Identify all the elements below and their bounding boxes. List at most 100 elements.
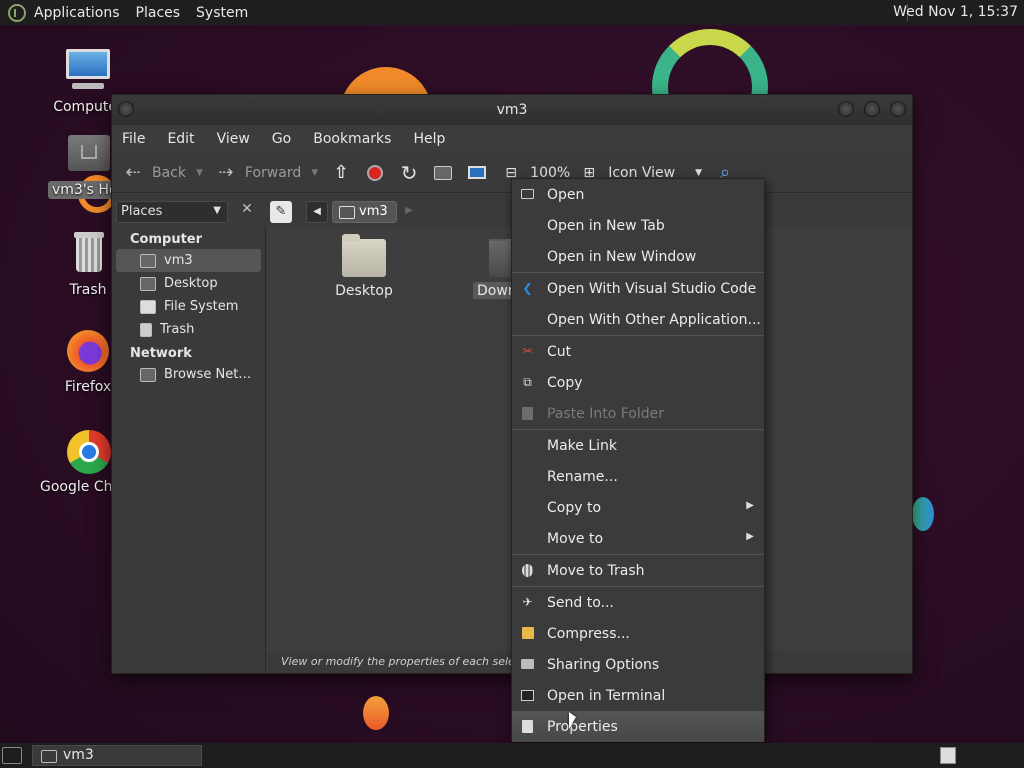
chrome-icon bbox=[64, 427, 112, 475]
computer-icon bbox=[466, 162, 488, 184]
menu-item-move-to-trash[interactable]: Move to Trash bbox=[512, 555, 764, 586]
paste-icon bbox=[520, 406, 535, 420]
menu-help[interactable]: Help bbox=[413, 131, 445, 147]
home-folder-icon bbox=[432, 162, 454, 184]
chevron-down-icon[interactable]: ▼ bbox=[196, 168, 203, 178]
file-item-desktop[interactable]: Desktop bbox=[319, 234, 409, 299]
path-crumb-label: vm3 bbox=[359, 204, 388, 219]
context-menu: Open Open in New Tab Open in New Window … bbox=[511, 178, 765, 742]
sidebar-item-vm3[interactable]: vm3 bbox=[116, 249, 261, 272]
path-scroll-left-button[interactable]: ◀ bbox=[306, 201, 328, 223]
menu-item-properties[interactable]: Properties bbox=[512, 711, 764, 742]
menu-item-rename[interactable]: Rename... bbox=[512, 461, 764, 492]
trash-icon bbox=[64, 230, 112, 278]
menu-item-copy[interactable]: ⧉ Copy bbox=[512, 367, 764, 398]
archive-icon bbox=[520, 626, 535, 640]
close-button[interactable] bbox=[890, 101, 906, 117]
menu-item-label: Send to... bbox=[547, 594, 614, 611]
sidebar-item-label: Trash bbox=[160, 322, 195, 337]
folder-open-icon bbox=[520, 187, 535, 201]
menu-item-open-with-vscode[interactable]: ❮ Open With Visual Studio Code bbox=[512, 273, 764, 304]
sidebar: Computer vm3 Desktop File System Trash N… bbox=[112, 227, 266, 673]
window-titlebar[interactable]: vm3 bbox=[112, 95, 912, 125]
sidebar-item-label: Desktop bbox=[164, 276, 218, 291]
menu-item-cut[interactable]: ✂ Cut bbox=[512, 336, 764, 367]
file-name: Desktop bbox=[335, 283, 393, 299]
menu-item-label: Open in New Window bbox=[547, 248, 697, 265]
menu-item-compress[interactable]: Compress... bbox=[512, 618, 764, 649]
menu-item-open-new-window[interactable]: Open in New Window bbox=[512, 241, 764, 272]
menu-applications[interactable]: Applications bbox=[34, 5, 120, 21]
desktop-icon-label: Firefox bbox=[64, 379, 112, 395]
trash-icon bbox=[140, 322, 152, 337]
chevron-right-icon: ▶ bbox=[746, 500, 754, 511]
menu-item-open-new-tab[interactable]: Open in New Tab bbox=[512, 210, 764, 241]
minimize-button[interactable] bbox=[838, 101, 854, 117]
show-desktop-button[interactable] bbox=[2, 747, 22, 764]
arrow-right-icon: ⇢ bbox=[218, 162, 234, 183]
sidebar-item-browse-network[interactable]: Browse Net… bbox=[112, 363, 265, 386]
sidebar-item-trash[interactable]: Trash bbox=[112, 318, 265, 341]
forward-button[interactable]: ⇢ Forward ▼ bbox=[215, 162, 318, 184]
menu-item-label: Copy bbox=[547, 374, 583, 391]
vscode-icon: ❮ bbox=[522, 281, 533, 295]
stop-button[interactable] bbox=[364, 162, 386, 184]
menu-item-label: Copy to bbox=[547, 499, 602, 516]
copy-icon: ⧉ bbox=[523, 374, 532, 389]
menu-item-paste-into-folder[interactable]: Paste Into Folder bbox=[512, 398, 764, 429]
desktop-folder-icon bbox=[342, 234, 386, 277]
sidebar-item-desktop[interactable]: Desktop bbox=[112, 272, 265, 295]
menu-item-open-with-other[interactable]: Open With Other Application... bbox=[512, 304, 764, 335]
workspace-switcher[interactable] bbox=[940, 747, 956, 764]
menu-system[interactable]: System bbox=[196, 5, 248, 21]
menu-item-open[interactable]: Open bbox=[512, 179, 764, 210]
menu-item-label: Open With Other Application... bbox=[547, 311, 761, 328]
menu-item-sharing-options[interactable]: Sharing Options bbox=[512, 649, 764, 680]
reload-button[interactable]: ↻ bbox=[398, 160, 420, 185]
desktop-icon-label: Google Chrome bbox=[40, 479, 112, 495]
close-sidebar-button[interactable]: ✕ bbox=[236, 201, 258, 223]
taskbar-label: vm3 bbox=[63, 747, 94, 763]
menu-view[interactable]: View bbox=[217, 131, 250, 147]
path-scroll-right-button[interactable]: ▶ bbox=[402, 201, 416, 223]
sidebar-section-network: Network bbox=[130, 346, 192, 361]
file-item-downloads[interactable]: Down bbox=[473, 239, 513, 299]
taskbar-button-vm3[interactable]: vm3 bbox=[32, 745, 202, 766]
mouse-cursor bbox=[569, 712, 576, 729]
wallpaper-blue-blob bbox=[912, 497, 934, 531]
window-title: vm3 bbox=[496, 102, 528, 118]
menu-item-make-link[interactable]: Make Link bbox=[512, 430, 764, 461]
reload-icon: ↻ bbox=[400, 160, 418, 185]
sidebar-item-label: Browse Net… bbox=[164, 367, 252, 382]
distro-logo-icon[interactable] bbox=[8, 3, 26, 22]
menu-item-open-in-terminal[interactable]: Open in Terminal bbox=[512, 680, 764, 711]
computer-button[interactable] bbox=[466, 162, 488, 184]
menu-item-label: Make Link bbox=[547, 437, 617, 454]
menu-file[interactable]: File bbox=[122, 131, 145, 147]
menu-edit[interactable]: Edit bbox=[167, 131, 194, 147]
share-folder-icon bbox=[520, 657, 535, 671]
menu-places[interactable]: Places bbox=[136, 5, 181, 21]
sidebar-item-file-system[interactable]: File System bbox=[112, 295, 265, 318]
menu-bookmarks[interactable]: Bookmarks bbox=[313, 131, 391, 147]
up-button[interactable]: ⇧ bbox=[330, 162, 352, 184]
menu-item-move-to[interactable]: Move to ▶ bbox=[512, 523, 764, 554]
window-menu-button[interactable] bbox=[118, 101, 134, 117]
stop-icon bbox=[364, 162, 386, 184]
toggle-location-entry-button[interactable]: ✎ bbox=[270, 201, 292, 223]
path-crumb-vm3[interactable]: vm3 bbox=[332, 201, 397, 223]
back-button[interactable]: ⇠ Back ▼ bbox=[122, 162, 203, 184]
menubar: File Edit View Go Bookmarks Help bbox=[112, 125, 912, 153]
sidebar-type-select[interactable]: Places ▼ bbox=[116, 201, 228, 223]
menu-item-send-to[interactable]: ✈ Send to... bbox=[512, 587, 764, 618]
menu-item-copy-to[interactable]: Copy to ▶ bbox=[512, 492, 764, 523]
scissors-icon: ✂ bbox=[522, 344, 533, 358]
send-icon: ✈ bbox=[522, 595, 533, 609]
menu-go[interactable]: Go bbox=[272, 131, 291, 147]
clock[interactable]: Wed Nov 1, 15:37 bbox=[893, 4, 1018, 20]
maximize-button[interactable] bbox=[864, 101, 880, 117]
chevron-down-icon: ▼ bbox=[213, 205, 221, 216]
chevron-down-icon[interactable]: ▼ bbox=[311, 168, 318, 178]
back-label: Back bbox=[152, 164, 186, 181]
home-button[interactable] bbox=[432, 162, 454, 184]
